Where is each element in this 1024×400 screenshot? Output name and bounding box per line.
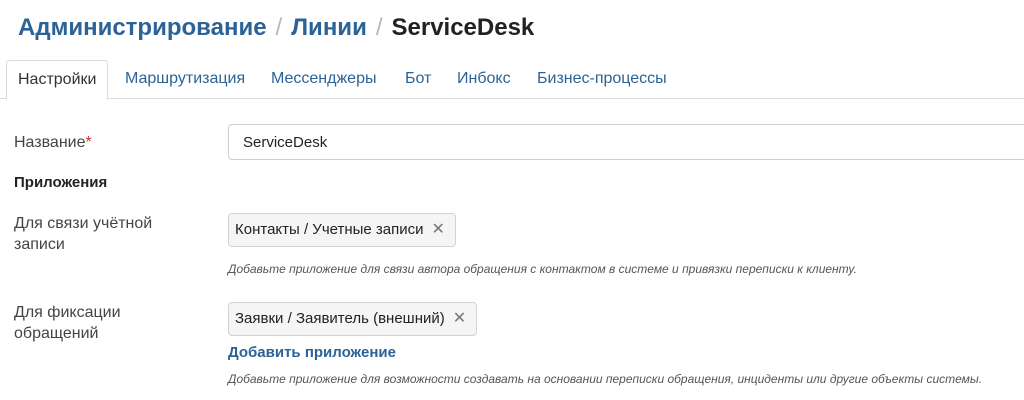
requests-app-chip: Заявки / Заявитель (внешний) ✕ xyxy=(228,302,478,336)
tab-bar: Настройки Маршрутизация Мессенджеры Бот … xyxy=(0,60,1024,100)
close-icon[interactable]: ✕ xyxy=(453,303,466,335)
tab-messengers[interactable]: Мессенджеры xyxy=(271,60,376,97)
breadcrumb-link-lines[interactable]: Линии xyxy=(291,14,367,41)
tab-inbox[interactable]: Инбокс xyxy=(457,60,511,97)
add-application-link[interactable]: Добавить приложение xyxy=(228,344,396,361)
tab-routing[interactable]: Маршрутизация xyxy=(125,60,245,97)
close-icon[interactable]: ✕ xyxy=(432,214,445,246)
requests-label-line2: обращений xyxy=(14,325,99,342)
name-label: Название* xyxy=(14,132,92,153)
requests-label-line1: Для фиксации xyxy=(14,304,121,321)
requests-label: Для фиксации обращений xyxy=(14,302,121,344)
name-label-text: Название xyxy=(14,134,86,151)
account-link-label-line2: записи xyxy=(14,236,65,253)
tab-bot[interactable]: Бот xyxy=(405,60,431,97)
account-link-label-line1: Для связи учётной xyxy=(14,215,153,232)
requests-app-chip-label: Заявки / Заявитель (внешний) xyxy=(235,310,445,327)
breadcrumb-separator: / xyxy=(275,14,283,41)
breadcrumb-link-administration[interactable]: Администрирование xyxy=(18,14,267,41)
applications-section-title: Приложения xyxy=(14,174,108,191)
tab-business-processes[interactable]: Бизнес-процессы xyxy=(537,60,667,97)
account-link-hint: Добавьте приложение для связи автора обр… xyxy=(228,262,857,276)
account-app-chip: Контакты / Учетные записи ✕ xyxy=(228,213,456,247)
tab-settings[interactable]: Настройки xyxy=(6,60,109,100)
requests-hint: Добавьте приложение для возможности созд… xyxy=(228,372,983,386)
required-mark: * xyxy=(85,134,92,151)
breadcrumb: Администрирование / Линии / ServiceDesk xyxy=(18,12,534,44)
breadcrumb-separator: / xyxy=(375,14,383,41)
page-title: ServiceDesk xyxy=(391,14,535,41)
account-link-label: Для связи учётной записи xyxy=(14,213,152,255)
name-input[interactable] xyxy=(228,124,1024,160)
account-app-chip-label: Контакты / Учетные записи xyxy=(235,221,424,238)
